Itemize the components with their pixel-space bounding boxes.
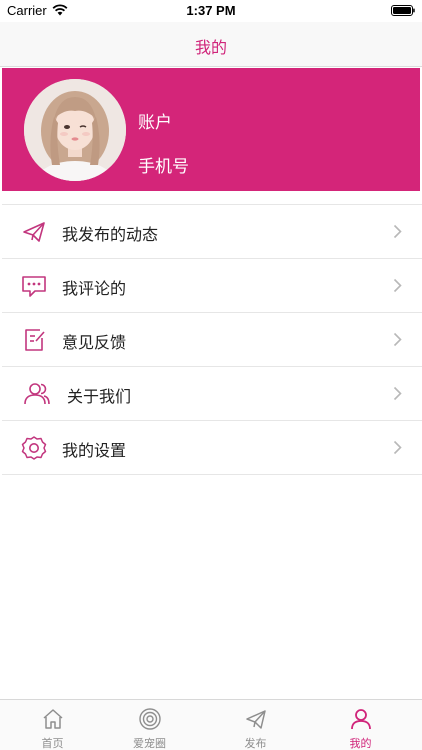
comment-icon — [22, 276, 46, 297]
users-icon — [24, 383, 50, 405]
menu-item-label: 意见反馈 — [62, 333, 127, 352]
paper-plane-icon — [23, 222, 45, 242]
feedback-icon — [25, 329, 45, 351]
menu-item-settings[interactable]: 我的设置 — [2, 421, 422, 475]
target-icon — [138, 708, 161, 730]
navigation-bar: 我的 — [0, 22, 422, 67]
tab-publish[interactable]: 发布 — [203, 700, 308, 750]
avatar-image — [24, 79, 126, 181]
home-icon — [43, 709, 62, 729]
menu-item-label: 我评论的 — [62, 279, 127, 298]
menu-item-about-us[interactable]: 关于我们 — [2, 367, 422, 421]
tab-label: 发布 — [244, 737, 267, 750]
tab-label: 我的 — [349, 737, 372, 750]
screen: Carrier 1:37 PM 我的 账户 手机号 我发布的动态 我评论的 意见… — [0, 0, 422, 750]
phone-label: 手机号 — [138, 157, 189, 177]
tab-bar: 首页 爱宠圈 发布 我的 — [0, 699, 422, 750]
menu-item-label: 我发布的动态 — [62, 225, 159, 244]
account-label: 账户 — [138, 113, 172, 133]
tab-label: 爱宠圈 — [133, 737, 166, 750]
chevron-right-icon — [393, 440, 402, 455]
paper-plane-icon — [245, 710, 266, 729]
menu-item-feedback[interactable]: 意见反馈 — [2, 313, 422, 367]
tab-home[interactable]: 首页 — [0, 700, 105, 750]
avatar[interactable] — [24, 79, 126, 181]
chevron-right-icon — [393, 278, 402, 293]
gear-icon — [21, 436, 47, 460]
chevron-right-icon — [393, 332, 402, 347]
menu-list: 我发布的动态 我评论的 意见反馈 关于我们 我的设置 — [2, 204, 422, 475]
page-title: 我的 — [194, 38, 227, 57]
chevron-right-icon — [393, 386, 402, 401]
clock-text: 1:37 PM — [186, 3, 236, 18]
menu-item-my-posts[interactable]: 我发布的动态 — [2, 205, 422, 259]
profile-header[interactable]: 账户 手机号 — [2, 68, 420, 191]
menu-item-label: 我的设置 — [62, 441, 127, 460]
tab-label: 首页 — [41, 737, 64, 750]
chevron-right-icon — [393, 224, 402, 239]
battery-icon — [391, 5, 415, 16]
menu-item-my-comments[interactable]: 我评论的 — [2, 259, 422, 313]
menu-item-label: 关于我们 — [67, 387, 132, 406]
status-bar: Carrier 1:37 PM — [0, 0, 422, 22]
tab-pet-circle[interactable]: 爱宠圈 — [97, 700, 202, 750]
person-icon — [350, 709, 371, 730]
tab-mine[interactable]: 我的 — [308, 700, 413, 750]
